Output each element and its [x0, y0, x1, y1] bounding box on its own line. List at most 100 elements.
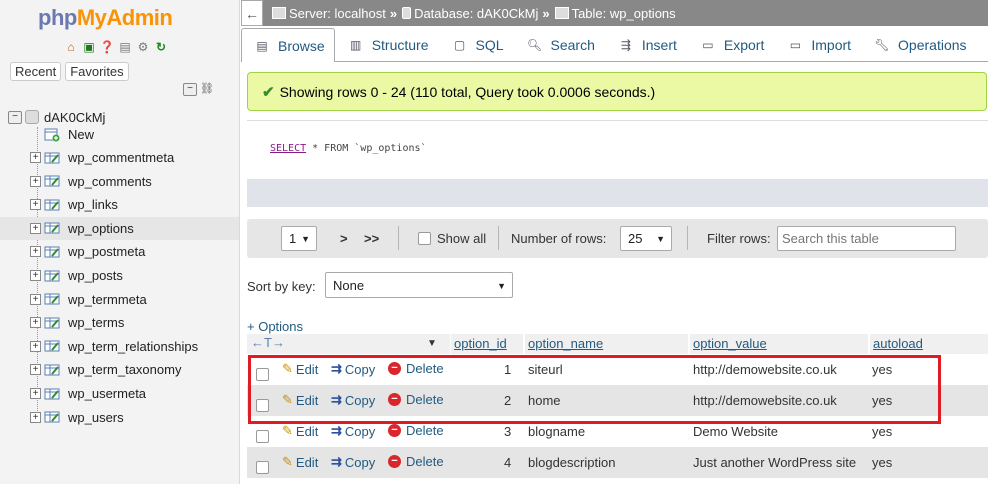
cell-option-value[interactable]: Just another WordPress site — [693, 455, 856, 470]
tree-item-label[interactable]: wp_terms — [68, 315, 124, 330]
tree-item-label[interactable]: wp_term_taxonomy — [68, 362, 181, 377]
sql-query[interactable]: SELECT * FROM `wp_options` — [270, 143, 427, 154]
table-icon[interactable] — [44, 174, 62, 188]
tab-search[interactable]: 🔍︎ Search — [514, 28, 605, 61]
cell-option-id[interactable]: 1 — [504, 362, 511, 377]
tree-item-label[interactable]: wp_termmeta — [68, 292, 147, 307]
recent-button[interactable]: Recent — [10, 62, 62, 81]
delete-row-button[interactable]: − Delete — [388, 423, 444, 438]
table-icon[interactable] — [44, 410, 62, 424]
options-link[interactable]: + Options — [247, 319, 303, 334]
expand-icon[interactable]: + — [30, 175, 41, 187]
tab-export[interactable]: ▭ Export — [687, 28, 774, 61]
tree-item-label[interactable]: wp_links — [68, 197, 118, 212]
tab-sql[interactable]: ▢ SQL — [439, 28, 514, 61]
copy-row-button[interactable]: ⇉ Copy — [331, 392, 375, 408]
tree-item-wp_links[interactable]: + wp_links — [0, 193, 239, 216]
cell-option-name[interactable]: home — [528, 393, 561, 408]
tree-item-wp_postmeta[interactable]: + wp_postmeta — [0, 240, 239, 263]
tree-item-wp_posts[interactable]: + wp_posts — [0, 264, 239, 287]
expand-icon[interactable]: + — [30, 317, 41, 329]
table-icon[interactable] — [44, 245, 62, 259]
home-icon[interactable]: ⌂ — [63, 39, 79, 55]
rows-per-page-select[interactable]: 25 ▼ — [620, 226, 672, 251]
tree-item-wp_term_relationships[interactable]: + wp_term_relationships — [0, 335, 239, 358]
breadcrumb-table[interactable]: Table: wp_options — [554, 6, 676, 21]
cell-option-id[interactable]: 2 — [504, 393, 511, 408]
table-icon[interactable] — [44, 221, 62, 235]
sql-keyword[interactable]: SELECT — [270, 143, 306, 154]
cell-option-id[interactable]: 4 — [504, 455, 511, 470]
logout-icon[interactable]: ▣ — [81, 39, 97, 55]
edit-row-button[interactable]: ✎ Edit — [282, 454, 318, 470]
cell-option-name[interactable]: blogdescription — [528, 455, 615, 470]
phpmyadmin-logo[interactable]: phpMyAdmin — [38, 5, 173, 31]
table-icon[interactable] — [44, 292, 62, 306]
expand-icon[interactable]: + — [30, 411, 41, 423]
link-with-main-panel-icon[interactable]: ⛓ — [199, 83, 215, 96]
breadcrumb-database[interactable]: Database: dAK0CkMj» — [402, 6, 550, 21]
row-checkbox[interactable] — [256, 368, 269, 381]
filter-rows-input[interactable] — [777, 226, 956, 251]
reload-icon[interactable]: ↻ — [153, 39, 169, 55]
table-icon[interactable] — [44, 316, 62, 330]
table-icon[interactable] — [44, 198, 62, 212]
tree-item-label[interactable]: wp_posts — [68, 268, 123, 283]
table-icon[interactable] — [44, 363, 62, 377]
row-checkbox[interactable] — [256, 399, 269, 412]
tree-item-wp_usermeta[interactable]: + wp_usermeta — [0, 382, 239, 405]
tree-item-wp_comments[interactable]: + wp_comments — [0, 170, 239, 193]
delete-row-button[interactable]: − Delete — [388, 361, 444, 376]
breadcrumb-server[interactable]: Server: localhost» — [272, 6, 397, 21]
tree-item-new[interactable]: New — [0, 123, 239, 146]
row-checkbox[interactable] — [256, 430, 269, 443]
cell-option-value[interactable]: http://demowebsite.co.uk — [693, 393, 837, 408]
docs-icon[interactable]: ▤ — [117, 39, 133, 55]
table-icon[interactable] — [44, 269, 62, 283]
cell-autoload[interactable]: yes — [872, 455, 892, 470]
next-page-button[interactable]: > — [340, 231, 348, 246]
header-option-value[interactable]: option_value — [689, 334, 868, 354]
tree-item-wp_terms[interactable]: + wp_terms — [0, 311, 239, 334]
tree-item-label[interactable]: wp_options — [68, 221, 134, 236]
expand-icon[interactable]: + — [30, 222, 41, 234]
db-collapse-icon[interactable]: − — [8, 110, 22, 124]
tree-item-wp_term_taxonomy[interactable]: + wp_term_taxonomy — [0, 358, 239, 381]
expand-icon[interactable]: + — [30, 293, 41, 305]
delete-row-button[interactable]: − Delete — [388, 392, 444, 407]
cell-option-id[interactable]: 3 — [504, 424, 511, 439]
tree-item-label[interactable]: wp_users — [68, 410, 124, 425]
delete-row-button[interactable]: − Delete — [388, 454, 444, 469]
column-menu-icon[interactable]: ▼ — [427, 334, 437, 354]
edit-row-button[interactable]: ✎ Edit — [282, 361, 318, 377]
expand-icon[interactable]: + — [30, 364, 41, 376]
tree-item-wp_options[interactable]: + wp_options — [0, 216, 239, 240]
settings-icon[interactable]: ⚙ — [135, 39, 151, 55]
collapse-navigation-button[interactable]: ← — [241, 0, 263, 26]
show-all-checkbox[interactable] — [418, 232, 431, 245]
cell-option-value[interactable]: http://demowebsite.co.uk — [693, 362, 837, 377]
cell-option-value[interactable]: Demo Website — [693, 424, 778, 439]
header-option-id[interactable]: option_id — [450, 334, 523, 354]
header-option-name[interactable]: option_name — [524, 334, 688, 354]
cell-option-name[interactable]: blogname — [528, 424, 585, 439]
header-autoload[interactable]: autoload — [869, 334, 988, 354]
expand-icon[interactable]: + — [30, 199, 41, 211]
copy-row-button[interactable]: ⇉ Copy — [331, 361, 375, 377]
table-icon[interactable] — [44, 387, 62, 401]
tree-item-label[interactable]: wp_comments — [68, 174, 152, 189]
help-icon[interactable]: ❓ — [99, 39, 115, 55]
tree-item-wp_commentmeta[interactable]: + wp_commentmeta — [0, 146, 239, 169]
tab-operations[interactable]: 🔧︎ Operations — [861, 28, 976, 61]
tab-browse[interactable]: ▤ Browse — [241, 28, 335, 62]
tree-item-label[interactable]: wp_usermeta — [68, 386, 146, 401]
copy-row-button[interactable]: ⇉ Copy — [331, 454, 375, 470]
row-checkbox[interactable] — [256, 461, 269, 474]
tree-item-label[interactable]: wp_commentmeta — [68, 150, 174, 165]
cell-autoload[interactable]: yes — [872, 362, 892, 377]
tree-item-wp_termmeta[interactable]: + wp_termmeta — [0, 288, 239, 311]
tab-structure[interactable]: ▥ Structure — [335, 28, 439, 61]
column-arrows-icon[interactable]: ←T→ — [251, 333, 285, 353]
copy-row-button[interactable]: ⇉ Copy — [331, 423, 375, 439]
last-page-button[interactable]: >> — [364, 231, 379, 246]
